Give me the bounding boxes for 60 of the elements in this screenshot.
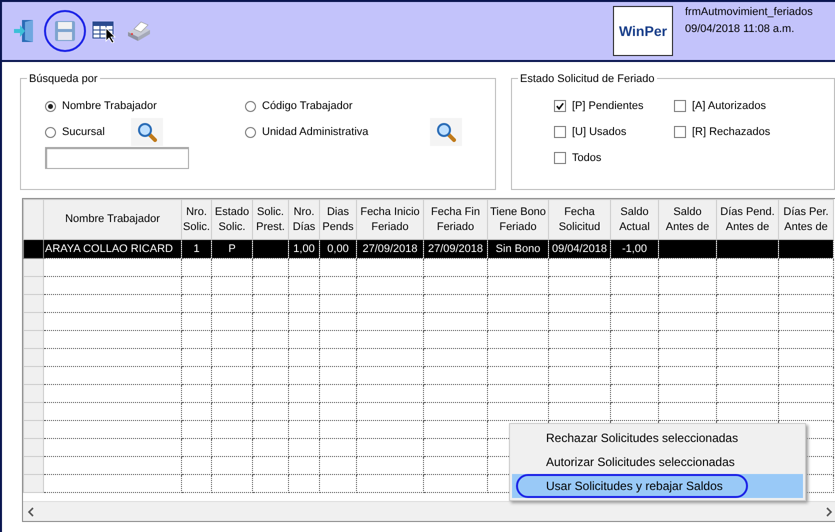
checkbox-option[interactable]: [A] Autorizados	[674, 93, 824, 119]
table-cell: 0,00	[320, 240, 356, 258]
form-datetime: 09/04/2018 11:08 a.m.	[685, 22, 796, 37]
column-header[interactable]: Nombre Trabajador	[44, 200, 182, 240]
table-cell: 27/09/2018	[356, 240, 424, 258]
horizontal-scrollbar[interactable]	[23, 501, 835, 521]
checkbox[interactable]	[554, 152, 566, 164]
table-cell: Sin Bono	[488, 240, 548, 258]
form-name: frmAutmovimient_feriados	[685, 5, 814, 20]
column-header[interactable]: Fecha Solicitud	[548, 200, 610, 240]
radio-button[interactable]	[45, 100, 56, 112]
column-header[interactable]: Fecha Fin Feriado	[424, 200, 488, 240]
checkbox[interactable]	[554, 100, 566, 112]
floppy-disk-button[interactable]	[44, 10, 86, 52]
checkbox-option[interactable]: [U] Usados	[554, 119, 674, 145]
column-header[interactable]: Estado Solic.	[212, 200, 252, 240]
column-header[interactable]: Nro. Solic.	[182, 200, 212, 240]
menu-item[interactable]: Rechazar Solicitudes seleccionadas	[512, 426, 803, 450]
radio-button[interactable]	[245, 126, 256, 138]
table-cell: 1	[182, 240, 212, 258]
column-header[interactable]: Días Per. Antes de	[778, 200, 834, 240]
table-cell: 27/09/2018	[424, 240, 488, 258]
checkbox-option[interactable]: Todos	[554, 145, 674, 171]
radio-option[interactable]: Sucursal	[45, 119, 245, 145]
checkbox[interactable]	[554, 126, 566, 138]
column-header[interactable]: Dias Pends	[320, 200, 356, 240]
column-header[interactable]: Días Pend. Antes de	[716, 200, 778, 240]
checkbox-option[interactable]: [P] Pendientes	[554, 93, 674, 119]
table-cell: P	[212, 240, 252, 258]
checkbox[interactable]	[674, 126, 686, 138]
scroll-left-icon[interactable]	[27, 506, 35, 516]
radio-button[interactable]	[245, 100, 256, 112]
column-header[interactable]: Solic. Prest.	[252, 200, 288, 240]
search-button[interactable]	[430, 118, 462, 146]
printer-icon	[126, 20, 152, 42]
column-header[interactable]: Saldo Antes de	[658, 200, 716, 240]
logo: WinPer	[613, 6, 673, 56]
column-header[interactable]: Saldo Actual	[610, 200, 658, 240]
menu-item[interactable]: Usar Solicitudes y rebajar Saldos	[512, 474, 803, 498]
input-field[interactable]	[45, 147, 189, 169]
table-cell: 1,00	[288, 240, 320, 258]
table-cell: ARAYA COLLAO RICARD	[44, 240, 182, 258]
radio-option[interactable]: Unidad Administrativa	[245, 119, 485, 145]
column-header[interactable]: Fecha Inicio Feriado	[356, 200, 424, 240]
menu-item[interactable]: Autorizar Solicitudes seleccionadas	[512, 450, 803, 474]
checkbox-option[interactable]: [R] Rechazados	[674, 119, 824, 145]
radio-option[interactable]: Nombre Trabajador	[45, 93, 245, 119]
grid-cursor-icon	[92, 19, 118, 43]
group-title: Búsqueda por	[27, 71, 100, 88]
table-cell: 09/04/2018	[548, 240, 610, 258]
search-button[interactable]	[130, 118, 163, 146]
radio-button[interactable]	[45, 126, 56, 138]
column-header[interactable]: Tiene Bono Feriado	[488, 200, 548, 240]
table-cell: -1,00	[610, 240, 658, 258]
search-icon	[436, 122, 456, 142]
column-header[interactable]: Nro. Días	[288, 200, 320, 240]
scroll-right-icon[interactable]	[825, 506, 833, 516]
radio-option[interactable]: Código Trabajador	[245, 93, 485, 119]
checkbox[interactable]	[674, 100, 686, 112]
search-icon	[136, 122, 157, 142]
